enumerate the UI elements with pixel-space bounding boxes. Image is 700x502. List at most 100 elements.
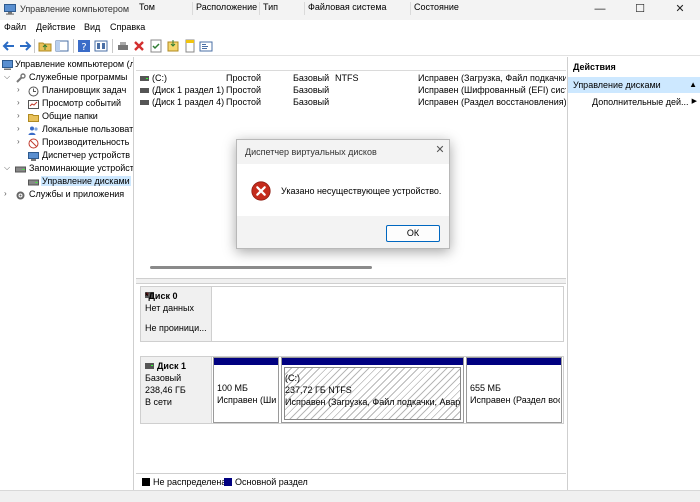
- action-more-label: Дополнительные дей...: [592, 97, 689, 107]
- partition-size: 655 МБ: [470, 383, 501, 393]
- help-icon[interactable]: ?: [77, 39, 91, 53]
- new-icon[interactable]: [183, 39, 197, 53]
- disk-0-init-state: Не проиници...: [145, 323, 207, 333]
- disk-graphical-view: *Диск 0 Нет данных Не проиници... Диск 1…: [136, 284, 566, 470]
- chevron-right-icon[interactable]: ›: [17, 85, 20, 94]
- cell-status: Исправен (Раздел восстановления): [418, 97, 566, 107]
- forward-arrow-icon[interactable]: [18, 39, 32, 53]
- storage-icon: [15, 166, 26, 173]
- action-more-actions[interactable]: Дополнительные дей... ▶: [568, 94, 700, 110]
- info-icon[interactable]: [199, 39, 213, 53]
- legend-label-primary: Основной раздел: [235, 477, 308, 487]
- partition-recovery[interactable]: 655 МБ Исправен (Раздел вос: [466, 357, 562, 423]
- show-hide-tree-icon[interactable]: [55, 39, 69, 53]
- column-header-type[interactable]: Тип: [260, 2, 305, 15]
- tree-label: Планировщик задач: [42, 85, 127, 95]
- cell-layout: Простой: [226, 97, 262, 107]
- disk-1-label[interactable]: Диск 1 Базовый 238,46 ГБ В сети: [140, 356, 212, 424]
- column-header-layout[interactable]: Расположение: [193, 2, 260, 15]
- header-divider: [136, 70, 566, 71]
- chevron-right-icon[interactable]: ›: [4, 189, 7, 198]
- volume-icon: [140, 100, 149, 105]
- tree-item-local-users[interactable]: › Локальные пользовате: [0, 124, 134, 137]
- column-header-filesystem[interactable]: Файловая система: [305, 2, 411, 15]
- column-header-volume[interactable]: Том: [136, 2, 193, 15]
- disk-1-type: Базовый: [145, 373, 182, 383]
- menu-action[interactable]: Действие: [36, 22, 76, 32]
- back-arrow-icon[interactable]: [2, 39, 16, 53]
- actions-section-disk-management[interactable]: Управление дисками ▲: [568, 77, 700, 93]
- partition-efi[interactable]: 100 МБ Исправен (Ши: [213, 357, 279, 423]
- disk-1-size: 238,46 ГБ: [145, 385, 186, 395]
- cell-volume: (C:): [152, 73, 167, 83]
- tree-label: Просмотр событий: [42, 98, 122, 108]
- chevron-right-icon[interactable]: ›: [17, 137, 20, 146]
- tree-item-disk-management[interactable]: Управление дисками: [0, 176, 133, 189]
- actions-section-label: Управление дисками: [573, 80, 661, 90]
- table-row[interactable]: (Диск 1 раздел 4) Простой Базовый Исправ…: [136, 97, 566, 109]
- delete-icon[interactable]: [132, 39, 146, 53]
- partition-band: [467, 358, 561, 365]
- disk-0-label[interactable]: *Диск 0 Нет данных Не проиници...: [140, 286, 212, 342]
- chevron-down-icon[interactable]: ⌵: [4, 72, 10, 82]
- performance-icon: [28, 138, 39, 149]
- menu-help[interactable]: Справка: [110, 22, 145, 32]
- tree-item-shared-folders[interactable]: › Общие папки: [0, 111, 133, 124]
- tree-item-event-viewer[interactable]: › Просмотр событий: [0, 98, 133, 111]
- cell-type: Базовый: [293, 85, 330, 95]
- chevron-down-icon[interactable]: ⌵: [4, 163, 10, 173]
- toolbar-separator: [73, 39, 74, 53]
- disk-1-state: В сети: [145, 397, 172, 407]
- disk-icon: [145, 363, 154, 369]
- chevron-right-icon: ▶: [691, 98, 697, 105]
- close-button[interactable]: ✕: [660, 0, 700, 20]
- disk-0-area[interactable]: [212, 286, 564, 342]
- cell-type: Базовый: [293, 73, 330, 83]
- chevron-up-icon[interactable]: ▲: [689, 77, 697, 93]
- rescan-icon[interactable]: [166, 39, 180, 53]
- cell-layout: Простой: [226, 73, 262, 83]
- folder-up-icon[interactable]: [38, 39, 52, 53]
- maximize-button[interactable]: ☐: [620, 0, 660, 20]
- dialog-title: Диспетчер виртуальных дисков: [245, 147, 377, 157]
- tree-item-computer-management[interactable]: Управление компьютером (л: [0, 59, 133, 72]
- legend-swatch-primary: [224, 478, 232, 486]
- horizontal-scrollbar[interactable]: [150, 266, 372, 269]
- chevron-right-icon[interactable]: ›: [17, 98, 20, 107]
- properties-icon[interactable]: [149, 39, 163, 53]
- tree-label: Локальные пользовате: [42, 124, 134, 134]
- window-title: Управление компьютером: [20, 4, 130, 14]
- table-row[interactable]: (Диск 1 раздел 1) Простой Базовый Исправ…: [136, 85, 566, 97]
- toolbar-separator: [112, 39, 113, 53]
- tree-item-storage[interactable]: ⌵ Запоминающие устройст: [0, 163, 133, 176]
- tools-icon: [16, 73, 26, 83]
- ok-button[interactable]: ОК: [386, 225, 440, 242]
- users-icon: [28, 126, 38, 135]
- device-manager-icon: [28, 152, 39, 161]
- menu-bar: Файл Действие Вид Справка: [0, 20, 700, 36]
- cell-status: Исправен (Загрузка, Файл подкачки, Ав: [418, 73, 566, 83]
- connect-icon[interactable]: [116, 39, 130, 53]
- error-icon: [251, 181, 271, 201]
- minimize-button[interactable]: —: [580, 0, 620, 20]
- disk-1-name: Диск 1: [157, 361, 186, 371]
- menu-file[interactable]: Файл: [4, 22, 26, 32]
- tree-item-task-scheduler[interactable]: › Планировщик задач: [0, 85, 133, 98]
- partition-c[interactable]: (C:) 237,72 ГБ NTFS Исправен (Загрузка, …: [281, 357, 464, 423]
- legend: Не распределена Основной раздел: [136, 473, 566, 490]
- disk-0-status: Нет данных: [145, 303, 194, 313]
- chevron-right-icon[interactable]: ›: [17, 111, 20, 120]
- tree-item-device-manager[interactable]: Диспетчер устройств: [0, 150, 133, 163]
- svg-text:?: ?: [81, 42, 86, 53]
- legend-label-unallocated: Не распределена: [153, 477, 227, 487]
- dialog-close-button[interactable]: ✕: [433, 143, 447, 157]
- chevron-right-icon[interactable]: ›: [17, 124, 20, 133]
- tree-item-services-and-apps[interactable]: › Службы и приложения: [0, 189, 133, 202]
- menu-view[interactable]: Вид: [84, 22, 100, 32]
- cell-filesystem: [335, 85, 415, 97]
- column-header-status[interactable]: Состояние: [411, 2, 566, 15]
- tree-item-performance[interactable]: › Производительность: [0, 137, 133, 150]
- table-row[interactable]: (C:) Простой Базовый NTFS Исправен (Загр…: [136, 73, 566, 85]
- view-icon[interactable]: [94, 39, 108, 53]
- tree-item-system-tools[interactable]: ⌵ Служебные программы: [0, 72, 133, 85]
